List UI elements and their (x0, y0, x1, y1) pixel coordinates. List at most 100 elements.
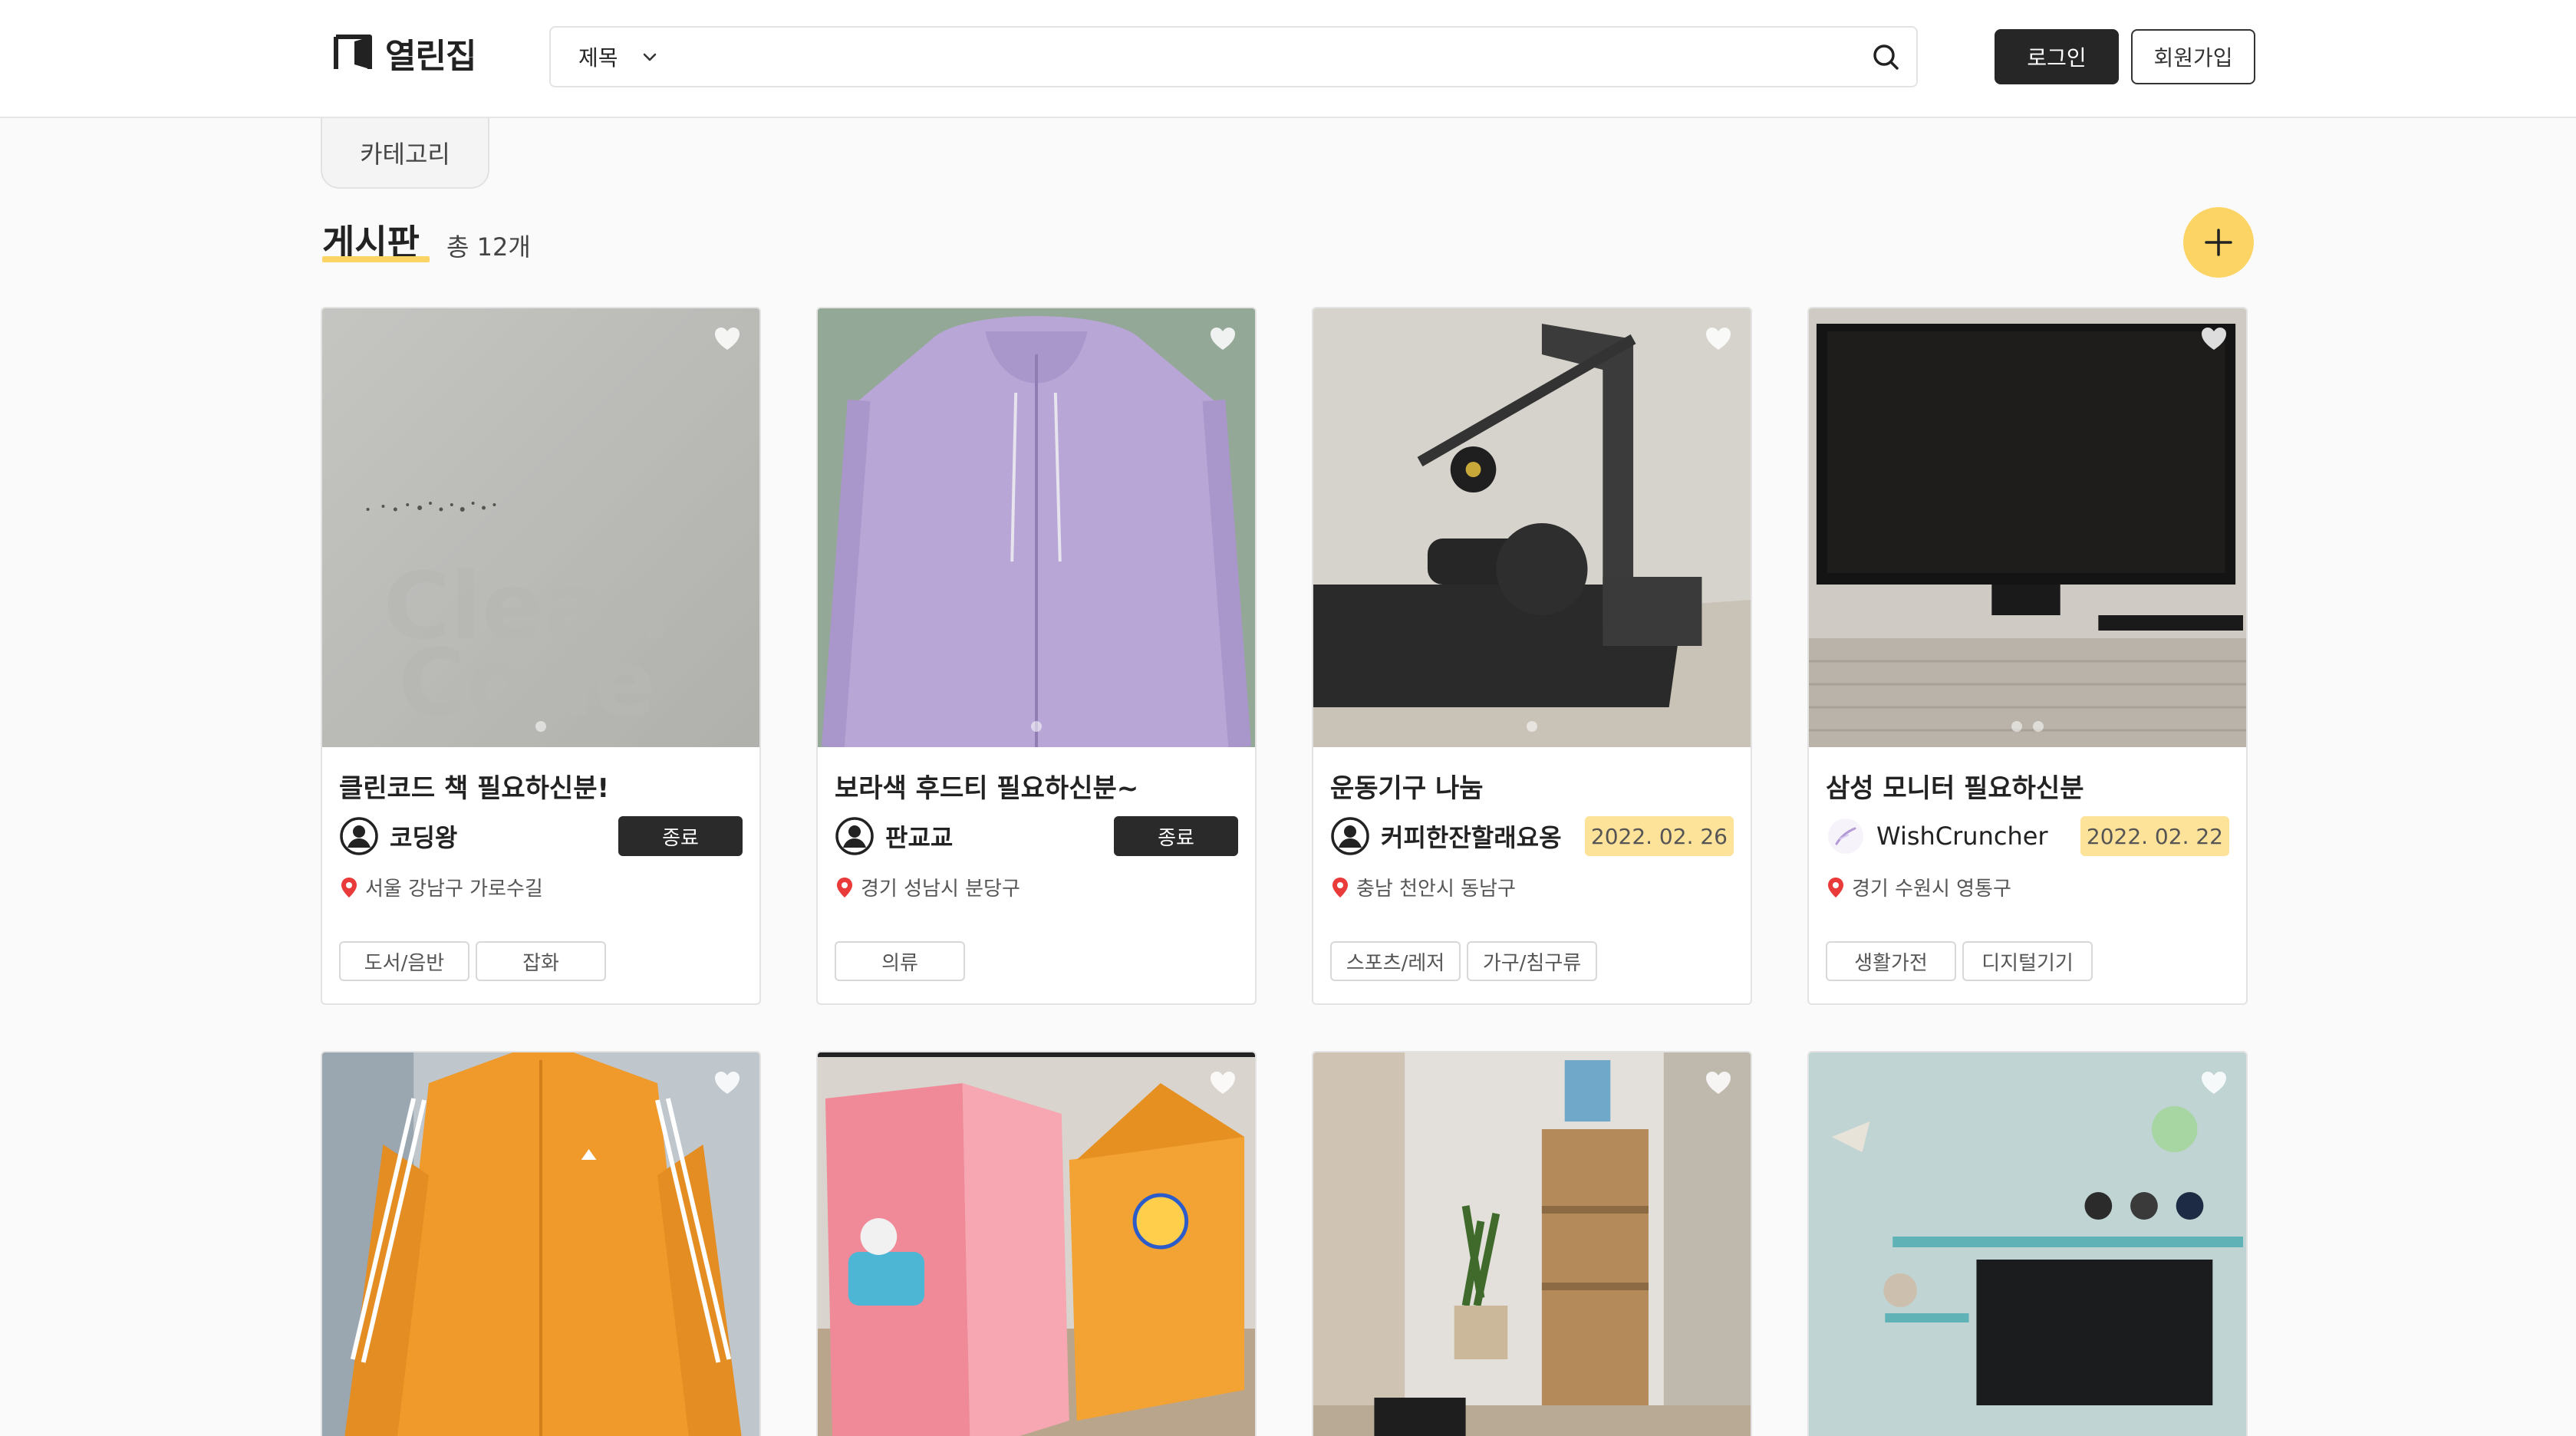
monitor-photo (1809, 308, 2246, 747)
user-avatar-icon (1331, 817, 1369, 855)
logo-text: 열린집 (385, 37, 476, 76)
post-card[interactable]: 운동기구 나눔 커피한잔할래요옹 2022. 02. 26 충남 천안시 동남구… (1312, 307, 1752, 1005)
heart-icon[interactable] (2199, 1068, 2229, 1098)
deadline-badge: 2022. 02. 26 (1584, 816, 1734, 856)
post-author: WishCruncher (1826, 816, 2048, 856)
logo[interactable]: 열린집 (331, 31, 476, 76)
heart-icon[interactable] (1703, 1068, 1734, 1098)
category-tag[interactable]: 스포츠/레저 (1330, 941, 1461, 981)
photo-pagination (1313, 721, 1751, 732)
add-post-button[interactable] (2183, 207, 2254, 278)
post-photo (818, 308, 1255, 747)
tv-wall-photo (1809, 1052, 2246, 1436)
post-location: 서울 강남구 가로수길 (339, 873, 743, 901)
search-type-select[interactable]: 제목 (551, 41, 697, 72)
user-avatar-image (1828, 818, 1863, 854)
post-photo (322, 1052, 759, 1436)
heart-icon[interactable] (1703, 324, 1734, 354)
heart-icon[interactable] (1207, 324, 1238, 354)
search-icon (1873, 44, 1899, 70)
post-card[interactable] (1312, 1051, 1752, 1436)
signup-button[interactable]: 회원가입 (2131, 29, 2255, 84)
author-name: 판교교 (885, 823, 954, 852)
post-location: 경기 성남시 분당구 (835, 873, 1238, 901)
author-name: 커피한잔할래요옹 (1381, 823, 1562, 852)
post-location: 경기 수원시 영통구 (1826, 873, 2229, 901)
post-photo (1809, 308, 2246, 747)
category-tag[interactable]: 디지털기기 (1962, 941, 2093, 981)
category-tag[interactable]: 가구/침구류 (1467, 941, 1597, 981)
author-name: 코딩왕 (390, 823, 458, 852)
post-card[interactable]: 삼성 모니터 필요하신분 WishCruncher 2022. 02. 22 경… (1807, 307, 2248, 1005)
post-title: 보라색 후드티 필요하신분~ (835, 773, 1139, 804)
search-bar: 제목 (549, 26, 1918, 87)
heart-icon[interactable] (1207, 1068, 1238, 1098)
room-photo (1313, 1052, 1751, 1436)
pagination-dot[interactable] (1527, 721, 1537, 732)
heart-icon[interactable] (2199, 324, 2229, 354)
board-count: 총 12개 (446, 232, 531, 262)
category-tag[interactable]: 잡화 (476, 941, 606, 981)
pagination-dot[interactable] (1031, 721, 1042, 732)
post-author: 커피한잔할래요옹 (1330, 816, 1562, 856)
post-tags: 의류 (835, 941, 1238, 981)
post-photo (1313, 308, 1751, 747)
plus-icon (2205, 229, 2232, 256)
search-type-label: 제목 (578, 45, 618, 71)
location-pin-icon (341, 877, 357, 898)
user-avatar-icon (835, 817, 874, 855)
photo-pagination (322, 721, 759, 732)
post-card[interactable]: 보라색 후드티 필요하신분~ 판교교 종료 경기 성남시 분당구 의류 (816, 307, 1257, 1005)
deadline-badge: 2022. 02. 22 (2080, 816, 2229, 856)
post-tags: 생활가전 디지털기기 (1826, 941, 2229, 981)
post-title: 운동기구 나눔 (1330, 773, 1484, 804)
photo-pagination (818, 721, 1255, 732)
toy-fridge-photo (818, 1052, 1255, 1436)
location-text: 경기 수원시 영통구 (1852, 878, 2011, 901)
search-input[interactable] (697, 28, 1855, 86)
location-text: 경기 성남시 분당구 (861, 878, 1020, 901)
location-text: 서울 강남구 가로수길 (365, 878, 543, 901)
hoodie-photo (818, 308, 1255, 747)
post-title: 삼성 모니터 필요하신분 (1826, 773, 2084, 804)
post-card[interactable] (1807, 1051, 2248, 1436)
pagination-dot[interactable] (2011, 721, 2022, 732)
login-button[interactable]: 로그인 (1995, 29, 2119, 84)
jacket-photo (322, 1052, 759, 1436)
pagination-dot[interactable] (2033, 721, 2044, 732)
search-button[interactable] (1855, 28, 1916, 86)
post-photo (818, 1052, 1255, 1436)
post-card[interactable] (816, 1051, 1257, 1436)
location-text: 충남 천안시 동남구 (1356, 878, 1516, 901)
category-tag[interactable]: 생활가전 (1826, 941, 1956, 981)
open-door-icon (334, 35, 372, 69)
post-author: 판교교 (835, 816, 953, 856)
exercise-equipment-photo (1313, 308, 1751, 747)
location-pin-icon (837, 877, 852, 898)
location-pin-icon (1828, 877, 1843, 898)
heart-icon[interactable] (712, 324, 743, 354)
post-title: 클린코드 책 필요하신분! (339, 773, 609, 804)
chevron-down-icon (643, 53, 656, 61)
category-tag[interactable]: 의류 (835, 941, 965, 981)
post-photo: Clean Code (322, 308, 759, 747)
post-card[interactable]: Clean Code 클린코드 책 필요하신분! 코딩왕 종료 서울 강남구 가… (321, 307, 761, 1005)
heart-icon[interactable] (712, 1068, 743, 1098)
post-tags: 도서/음반 잡화 (339, 941, 743, 981)
category-tab[interactable]: 카테고리 (321, 118, 489, 189)
post-photo (1809, 1052, 2246, 1436)
top-header: 열린집 제목 로그인 회원가입 (0, 0, 2576, 118)
status-badge: 종료 (1114, 816, 1238, 856)
post-location: 충남 천안시 동남구 (1330, 873, 1734, 901)
board-title-underline (322, 256, 430, 262)
pagination-dot[interactable] (535, 721, 546, 732)
user-avatar-icon (340, 817, 378, 855)
post-author: 코딩왕 (339, 816, 457, 856)
post-card[interactable] (321, 1051, 761, 1436)
post-photo (1313, 1052, 1751, 1436)
photo-pagination (1809, 721, 2246, 732)
category-tag[interactable]: 도서/음반 (339, 941, 469, 981)
post-tags: 스포츠/레저 가구/침구류 (1330, 941, 1734, 981)
status-badge: 종료 (618, 816, 743, 856)
location-pin-icon (1332, 877, 1348, 898)
